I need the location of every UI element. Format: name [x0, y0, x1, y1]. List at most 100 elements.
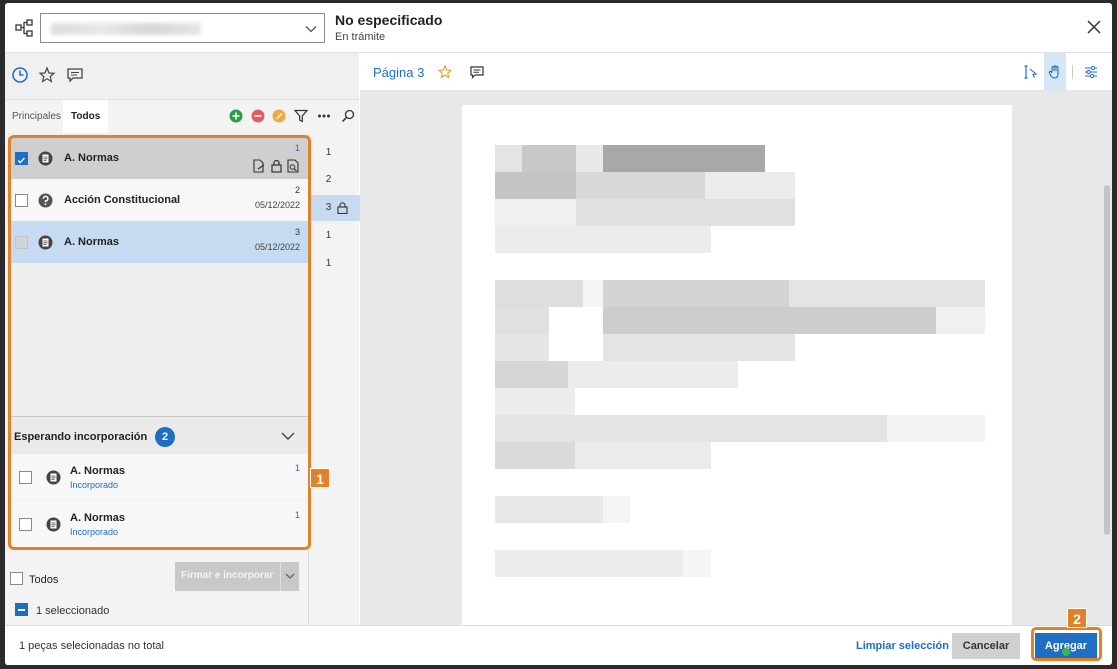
waiting-item-status: Incorporado — [70, 480, 119, 490]
waiting-item-number: 1 — [294, 510, 300, 520]
tab-todos[interactable]: Todos — [63, 100, 109, 134]
viewer-settings[interactable] — [1080, 53, 1102, 91]
documents-panel: Principales Todos A. Normas 1 Acción Con… — [5, 53, 359, 625]
star-icon[interactable] — [438, 65, 452, 79]
document-icon — [46, 470, 61, 485]
chevron-down-icon[interactable] — [284, 570, 296, 582]
star-icon[interactable] — [38, 66, 56, 84]
dialog-title: No especificado — [335, 12, 443, 28]
chevron-down-icon[interactable] — [280, 429, 296, 443]
viewer-scrollbar[interactable] — [1104, 185, 1110, 535]
page-number[interactable]: 1 — [309, 251, 360, 277]
pan-tool[interactable] — [1044, 53, 1066, 91]
pixelated-block — [495, 280, 985, 307]
comment-icon[interactable] — [470, 66, 484, 79]
remove-circle-icon[interactable] — [251, 109, 265, 123]
pixelated-block — [495, 442, 711, 469]
text-select-tool[interactable] — [1020, 53, 1042, 91]
pixelated-block — [495, 226, 711, 253]
document-viewer[interactable] — [360, 91, 1112, 635]
panel-tabs — [5, 53, 359, 100]
waiting-count-badge: 2 — [155, 427, 175, 447]
click-indicator — [1062, 648, 1070, 656]
waiting-item-name: A. Normas — [70, 512, 126, 524]
sign-document-icon — [253, 159, 265, 173]
partial-select-icon[interactable] — [15, 603, 28, 616]
waiting-item[interactable]: A. Normas Incorporado 1 — [8, 454, 308, 500]
waiting-item[interactable]: A. Normas Incorporado 1 — [8, 501, 308, 547]
pixelated-block — [495, 550, 711, 577]
waiting-title: Esperando incorporación — [14, 431, 148, 443]
current-page-label: Página 3 — [373, 65, 425, 80]
row-checkbox[interactable] — [19, 471, 32, 484]
waiting-section-header[interactable]: Esperando incorporación 2 — [8, 416, 308, 454]
document-name: A. Normas — [64, 152, 120, 164]
waiting-item-status: Incorporado — [70, 527, 119, 537]
document-row[interactable]: A. Normas 3 05/12/2022 — [8, 221, 308, 263]
selected-count: 1 seleccionado — [15, 601, 109, 617]
filter-icon[interactable] — [294, 109, 308, 123]
pixelated-block — [495, 361, 738, 388]
pixelated-block — [495, 307, 985, 334]
document-icon — [38, 235, 53, 250]
split-divider — [280, 562, 281, 591]
document-icon — [46, 517, 61, 532]
history-icon[interactable] — [11, 66, 29, 84]
sign-and-incorporate-button[interactable]: Firmar e incorporar — [175, 562, 299, 591]
document-name: Acción Constitucional — [64, 194, 181, 206]
row-checkbox[interactable] — [15, 236, 28, 249]
document-page-blurred — [462, 105, 1012, 635]
check-icon — [17, 157, 25, 164]
document-number: 1 — [294, 143, 300, 153]
select-all-checkbox[interactable] — [10, 572, 23, 585]
dialog-header: No especificado En trámite — [5, 3, 1112, 53]
search-icon[interactable] — [341, 109, 355, 123]
page-number[interactable]: 2 — [309, 167, 360, 193]
pixelated-block — [495, 199, 795, 226]
document-icon — [38, 151, 53, 166]
annotation-marker-2: 2 — [1067, 608, 1087, 628]
waiting-item-number: 1 — [294, 463, 300, 473]
add-circle-icon[interactable] — [229, 109, 243, 123]
chevron-down-icon — [305, 26, 317, 33]
pixelated-block — [495, 145, 765, 172]
dialog-window: No especificado En trámite Principales T… — [5, 3, 1112, 665]
row-checkbox[interactable] — [19, 518, 32, 531]
cancel-button[interactable]: Cancelar — [952, 633, 1020, 659]
tree-structure-icon[interactable] — [15, 19, 33, 37]
viewer-toolbar: Página 3 — [360, 53, 1112, 91]
toolbar-divider — [1072, 65, 1073, 79]
page-number[interactable]: 1 — [309, 140, 360, 166]
hand-icon — [1048, 65, 1059, 79]
row-checkbox[interactable] — [15, 152, 28, 165]
sign-button-label: Firmar e incorporar — [181, 570, 274, 581]
sign-circle-icon[interactable] — [272, 109, 286, 123]
pixelated-block — [495, 172, 795, 199]
comment-icon[interactable] — [66, 66, 84, 84]
page-number-column: 1 2 3 1 1 — [308, 134, 360, 625]
document-row[interactable]: Acción Constitucional 2 05/12/2022 — [8, 179, 308, 221]
text-cursor-icon — [1024, 65, 1038, 79]
document-number: 3 — [294, 227, 300, 237]
waiting-item-name: A. Normas — [70, 465, 126, 477]
page-number[interactable]: 1 — [309, 223, 360, 249]
case-select[interactable] — [40, 13, 325, 43]
document-row[interactable]: A. Normas 1 — [8, 137, 308, 179]
unknown-document-icon — [38, 193, 53, 208]
clear-selection-link[interactable]: Limpiar selección — [856, 640, 949, 652]
tab-principales[interactable]: Principales — [12, 111, 61, 122]
dialog-subtitle: En trámite — [335, 31, 386, 43]
document-date: 05/12/2022 — [254, 200, 300, 210]
annotation-marker-1: 1 — [310, 468, 330, 488]
selected-count-label: 1 seleccionado — [36, 605, 110, 617]
page-number-active[interactable]: 3 — [309, 195, 360, 221]
document-date: 05/12/2022 — [254, 242, 300, 252]
close-icon[interactable] — [1086, 19, 1102, 35]
lock-icon — [337, 202, 348, 214]
row-checkbox[interactable] — [15, 194, 28, 207]
select-all-control[interactable]: Todos — [10, 570, 58, 586]
more-options-icon[interactable] — [317, 109, 331, 123]
select-all-label: Todos — [29, 574, 59, 586]
pixelated-block — [495, 388, 575, 415]
lock-icon — [271, 159, 282, 173]
